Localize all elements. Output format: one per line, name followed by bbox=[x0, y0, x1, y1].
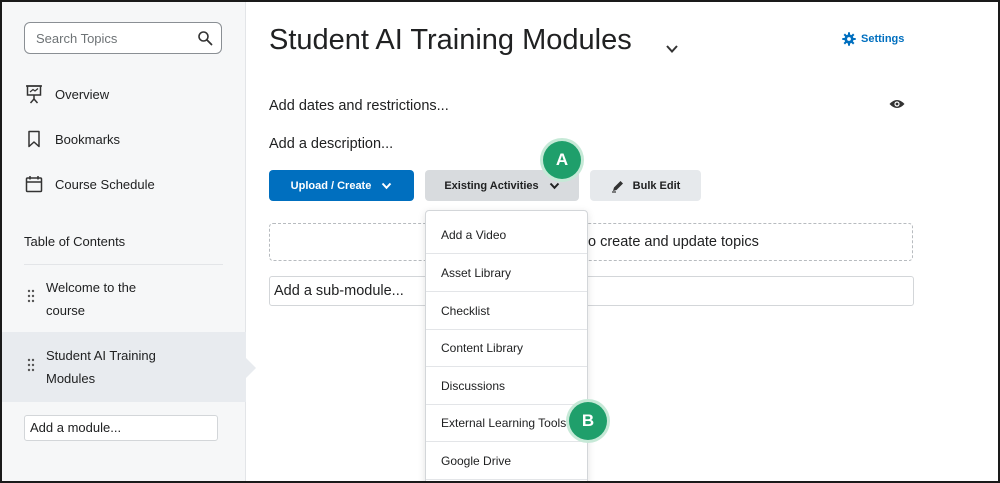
module-item-welcome[interactable]: Welcome to the course bbox=[2, 270, 246, 330]
settings-label: Settings bbox=[861, 33, 905, 45]
module-item-student-ai-training[interactable]: Student AI Training Modules bbox=[2, 332, 256, 402]
drop-zone-text: o create and update topics bbox=[588, 234, 759, 250]
nav-item-label: Bookmarks bbox=[55, 131, 121, 147]
divider bbox=[24, 264, 223, 265]
calendar-icon bbox=[24, 174, 44, 194]
app-window: Overview Bookmarks Course Schedule Ta bbox=[0, 0, 1000, 483]
nav-item-label: Overview bbox=[55, 86, 110, 102]
chevron-down-icon[interactable] bbox=[665, 44, 679, 54]
bulk-edit-button[interactable]: Bulk Edit bbox=[590, 170, 701, 201]
page-title: Student AI Training Modules bbox=[269, 24, 632, 56]
menu-item-discussions[interactable]: Discussions bbox=[426, 367, 587, 405]
menu-item-asset-library[interactable]: Asset Library bbox=[426, 254, 587, 292]
chevron-down-icon bbox=[382, 182, 392, 189]
menu-item-google-drive[interactable]: Google Drive bbox=[426, 442, 587, 480]
add-submodule-input[interactable]: Add a sub-module... bbox=[269, 276, 914, 306]
search-input[interactable] bbox=[25, 23, 185, 53]
button-label: Bulk Edit bbox=[632, 179, 681, 192]
pencil-icon bbox=[611, 180, 623, 193]
presentation-icon bbox=[24, 84, 44, 104]
callout-badge-b: B bbox=[569, 402, 607, 440]
module-label: Welcome to the course bbox=[46, 280, 137, 318]
menu-item-checklist[interactable]: Checklist bbox=[426, 292, 587, 330]
drag-handle-icon[interactable] bbox=[27, 289, 35, 303]
add-submodule-label: Add a sub-module... bbox=[274, 283, 404, 299]
module-label: Student AI Training Modules bbox=[46, 348, 156, 386]
add-description-link[interactable]: Add a description... bbox=[269, 136, 393, 152]
button-label: Existing Activities bbox=[444, 179, 539, 192]
menu-item-external-learning-tools[interactable]: External Learning Tools bbox=[426, 404, 587, 442]
menu-item-add-a-video[interactable]: Add a Video bbox=[426, 216, 587, 254]
search-box bbox=[24, 22, 222, 54]
callout-badge-a: A bbox=[543, 141, 581, 179]
nav-item-bookmarks[interactable]: Bookmarks bbox=[24, 126, 120, 152]
nav-item-course-schedule[interactable]: Course Schedule bbox=[24, 171, 155, 197]
nav-item-label: Course Schedule bbox=[55, 176, 155, 192]
sidebar: Overview Bookmarks Course Schedule Ta bbox=[2, 2, 256, 481]
search-icon[interactable] bbox=[197, 30, 213, 46]
gear-icon bbox=[842, 32, 856, 46]
add-module-input[interactable]: Add a module... bbox=[24, 415, 218, 441]
add-dates-link[interactable]: Add dates and restrictions... bbox=[269, 98, 449, 114]
settings-button[interactable]: Settings bbox=[842, 32, 904, 46]
bookmark-icon bbox=[24, 129, 44, 149]
drop-zone[interactable]: o create and update topics bbox=[269, 223, 913, 261]
eye-icon[interactable] bbox=[889, 98, 905, 110]
existing-activities-menu: Add a Video Asset Library Checklist Cont… bbox=[425, 210, 588, 481]
drag-handle-icon[interactable] bbox=[27, 358, 35, 372]
upload-create-button[interactable]: Upload / Create bbox=[269, 170, 414, 201]
nav-item-overview[interactable]: Overview bbox=[24, 81, 109, 107]
table-of-contents-heading: Table of Contents bbox=[24, 234, 126, 249]
button-label: Upload / Create bbox=[290, 179, 372, 192]
chevron-down-icon bbox=[549, 182, 559, 189]
menu-item-content-library[interactable]: Content Library bbox=[426, 329, 587, 367]
